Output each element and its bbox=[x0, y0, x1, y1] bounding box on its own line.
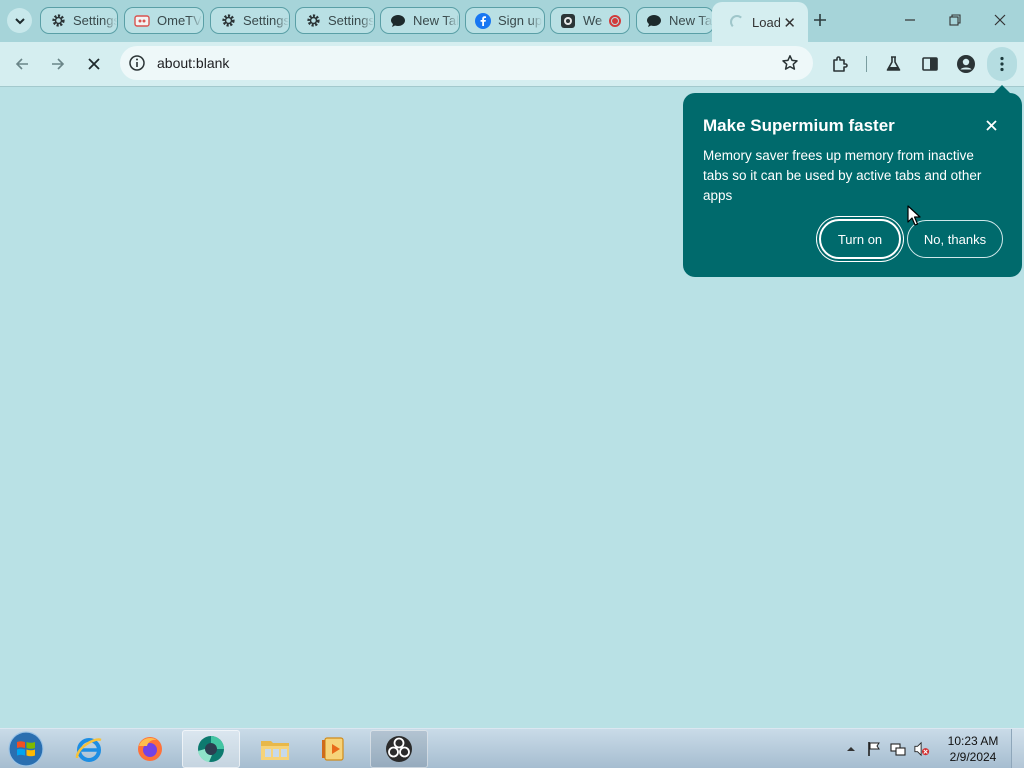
show-desktop-button[interactable] bbox=[1011, 729, 1024, 768]
webcam-icon bbox=[560, 13, 576, 29]
side-panel-icon bbox=[922, 57, 938, 71]
taskbar-file-explorer[interactable] bbox=[246, 730, 304, 768]
taskbar-supermium[interactable] bbox=[182, 730, 240, 768]
tab-webcam[interactable]: We bbox=[550, 7, 630, 34]
tab-new-tab-1[interactable]: New Tab bbox=[380, 7, 460, 34]
chat-bubble-icon bbox=[390, 13, 406, 29]
tab-title: Settings bbox=[243, 13, 289, 28]
close-icon bbox=[88, 58, 100, 70]
clock-time: 10:23 AM bbox=[947, 734, 999, 748]
chat-bubble-icon bbox=[646, 13, 662, 29]
restore-icon bbox=[949, 14, 961, 26]
extensions-button[interactable] bbox=[829, 53, 851, 75]
firefox-icon bbox=[138, 737, 162, 761]
tab-sign-up[interactable]: Sign up bbox=[465, 7, 545, 34]
tab-title: New Tab bbox=[669, 13, 713, 28]
profile-button[interactable] bbox=[955, 53, 977, 75]
network-icon bbox=[890, 743, 906, 756]
new-tab-button[interactable] bbox=[810, 10, 830, 30]
start-button[interactable] bbox=[6, 730, 46, 768]
taskbar-firefox[interactable] bbox=[121, 730, 179, 768]
flask-icon bbox=[886, 56, 901, 71]
flag-icon bbox=[868, 742, 880, 756]
kebab-menu-icon bbox=[1000, 56, 1004, 72]
taskbar-obs[interactable] bbox=[370, 730, 428, 768]
address-bar[interactable]: about:blank bbox=[120, 46, 813, 80]
close-tab-button[interactable]: ✕ bbox=[783, 14, 796, 32]
chevron-down-icon bbox=[14, 17, 25, 24]
obs-icon bbox=[386, 736, 412, 762]
info-icon[interactable] bbox=[128, 54, 146, 72]
close-icon bbox=[994, 14, 1006, 26]
arrow-left-icon bbox=[15, 58, 28, 70]
turn-on-button[interactable]: Turn on bbox=[819, 219, 901, 259]
bubble-title: Make Supermium faster bbox=[703, 116, 895, 135]
tab-title: New Tab bbox=[413, 13, 459, 28]
internet-explorer-icon bbox=[75, 738, 102, 762]
profile-icon bbox=[957, 55, 975, 73]
gear-icon bbox=[220, 13, 236, 29]
back-button[interactable] bbox=[9, 51, 35, 77]
tab-ometv[interactable]: OmeTV bbox=[124, 7, 204, 34]
forward-button[interactable] bbox=[45, 51, 71, 77]
toolbar-divider bbox=[866, 56, 867, 72]
url-text[interactable]: about:blank bbox=[157, 55, 229, 71]
tab-active-loading[interactable]: Loading ✕ bbox=[712, 2, 808, 42]
taskbar-media-player[interactable] bbox=[306, 730, 364, 768]
minimize-icon bbox=[905, 19, 915, 21]
action-center-tray-icon[interactable] bbox=[866, 741, 882, 757]
media-player-icon bbox=[322, 737, 344, 761]
close-window-button[interactable] bbox=[985, 8, 1015, 32]
labs-button[interactable] bbox=[883, 53, 905, 75]
taskbar-clock[interactable]: 10:23 AM 2/9/2024 bbox=[940, 733, 1006, 765]
stop-loading-button[interactable] bbox=[81, 51, 107, 77]
tab-title: Settings bbox=[328, 13, 374, 28]
puzzle-icon bbox=[833, 56, 848, 72]
tab-settings-2[interactable]: Settings bbox=[210, 7, 290, 34]
chevron-up-icon bbox=[847, 747, 855, 751]
tab-title: Sign up bbox=[498, 13, 543, 28]
windows-taskbar: 10:23 AM 2/9/2024 bbox=[0, 728, 1024, 768]
tab-new-tab-2[interactable]: New Tab bbox=[636, 7, 714, 34]
loading-spinner-icon bbox=[730, 15, 744, 29]
no-thanks-button[interactable]: No, thanks bbox=[907, 220, 1003, 258]
browser-menu-button[interactable] bbox=[987, 47, 1017, 81]
arrow-right-icon bbox=[52, 58, 65, 70]
side-panel-button[interactable] bbox=[919, 53, 941, 75]
taskbar-internet-explorer[interactable] bbox=[60, 730, 118, 768]
restore-button[interactable] bbox=[940, 8, 970, 32]
facebook-icon bbox=[475, 12, 491, 29]
ometv-icon bbox=[134, 13, 150, 29]
recording-indicator-icon bbox=[609, 14, 621, 27]
windows-start-icon bbox=[8, 731, 44, 767]
speaker-muted-icon bbox=[914, 741, 930, 757]
minimize-button[interactable] bbox=[895, 8, 925, 32]
tab-title: Loading bbox=[752, 14, 780, 30]
network-tray-icon[interactable] bbox=[890, 741, 906, 757]
gear-icon bbox=[305, 13, 321, 29]
tab-settings-1[interactable]: Settings bbox=[40, 7, 118, 34]
bubble-close-button[interactable] bbox=[981, 115, 1001, 135]
volume-tray-icon[interactable] bbox=[914, 741, 930, 757]
memory-saver-bubble: Make Supermium faster Memory saver frees… bbox=[683, 93, 1022, 277]
clock-date: 2/9/2024 bbox=[949, 750, 997, 764]
tab-title: OmeTV bbox=[157, 13, 202, 28]
bubble-body: Memory saver frees up memory from inacti… bbox=[703, 148, 982, 203]
mouse-cursor-icon bbox=[907, 205, 921, 226]
tab-strip: Settings OmeTV Settings Settings New Tab… bbox=[0, 0, 1024, 42]
supermium-icon bbox=[198, 736, 224, 762]
star-icon[interactable] bbox=[781, 54, 799, 72]
tab-title: We bbox=[583, 13, 603, 28]
gear-icon bbox=[50, 13, 66, 29]
browser-toolbar: about:blank bbox=[0, 42, 1024, 87]
tab-title: Settings bbox=[73, 13, 117, 28]
file-explorer-icon bbox=[261, 741, 289, 760]
tab-search-button[interactable] bbox=[7, 8, 32, 33]
show-hidden-icons-button[interactable] bbox=[843, 741, 859, 757]
tab-settings-3[interactable]: Settings bbox=[295, 7, 375, 34]
close-icon bbox=[985, 119, 997, 131]
plus-icon bbox=[814, 14, 826, 26]
